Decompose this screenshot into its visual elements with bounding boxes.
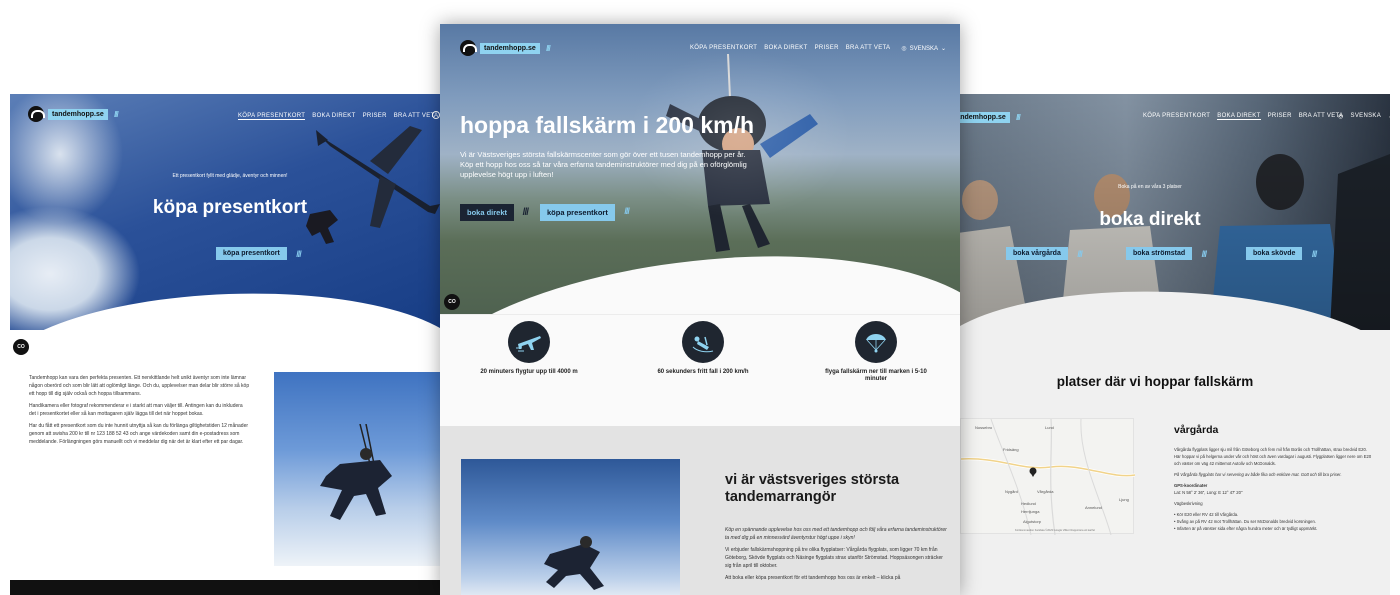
paragraph: Har du fått ett presentkort som du inte … [29, 423, 249, 445]
chevron-down-icon: ⌄ [940, 46, 946, 52]
direction-item: • Infarten är på vänster sida efter någr… [1174, 526, 1318, 531]
nav-priser[interactable]: PRISER [815, 45, 839, 51]
logo-text: tandemhopp.se [480, 42, 549, 54]
directions-heading: Vägbeskrivning [1174, 501, 1203, 506]
globe-icon: ◎ [1338, 114, 1344, 120]
venue-description: Vårgårda flygplats ligger sju mil från G… [1174, 446, 1374, 532]
tandem-skydivers-image [544, 536, 604, 590]
tandem-skydivers-image [320, 424, 392, 520]
boka-direkt-page-screenshot: tandemhopp.se KÖPA PRESENTKORT BOKA DIRE… [950, 94, 1390, 595]
globe-icon[interactable] [432, 111, 440, 119]
paragraph: Köp en spännande upplevelse hos oss med … [725, 527, 947, 541]
boka-vargarda-button[interactable]: boka vårgårda [1006, 247, 1082, 260]
footer-strip [10, 580, 450, 595]
freefall-icon [682, 321, 724, 363]
globe-icon: ◎ [901, 46, 907, 52]
direction-text: Svång av på RV 42 mot Trollhättan. Du se… [1176, 519, 1316, 524]
language-selector[interactable]: ◎ SVENSKA ⌄ [1338, 113, 1390, 120]
hero-title: köpa presentkort [152, 197, 308, 218]
logo-text: tandemhopp.se [48, 108, 117, 120]
parachute-icon [855, 321, 897, 363]
venue-title: vårgårda [1174, 424, 1219, 436]
direction-text: Infarten är på vänster sida efter några … [1176, 526, 1318, 531]
mockup-stage: tandemhopp.se KÖPA PRESENTKORT BOKA DIRE… [0, 0, 1400, 595]
hero-subtitle: Boka på en av våra 3 platser [1118, 184, 1182, 190]
main-nav: KÖPA PRESENTKORT BOKA DIREKT PRISER BRA … [690, 45, 890, 51]
map-label: Vårgårda [1037, 489, 1054, 494]
map-label: Hedlund [1021, 501, 1036, 506]
nav-priser[interactable]: PRISER [363, 113, 387, 120]
paragraph: På Vårgårda flygplats har vi servering a… [1174, 472, 1342, 477]
language-label: SVENSKA [1350, 113, 1381, 119]
kopa-presentkort-button[interactable]: köpa presentkort [540, 204, 629, 221]
gps-heading: GPS-koordinater [1174, 483, 1208, 488]
hero-subtitle: Vi är Västsveriges största fallskärmscen… [460, 150, 747, 179]
map-label: Herrljunga [1021, 509, 1040, 514]
direction-item: • Svång av på RV 42 mot Trollhättan. Du … [1174, 519, 1316, 524]
map-label: Annelund [1085, 505, 1102, 510]
main-nav: KÖPA PRESENTKORT BOKA DIREKT PRISER BRA … [1143, 113, 1343, 120]
nav-kopa-presentkort[interactable]: KÖPA PRESENTKORT [690, 45, 757, 51]
feature-label: 20 minuters flygtur upp till 4000 m [480, 369, 578, 375]
feature-canopy: flyga fallskärm ner till marken i 5-10 m… [816, 321, 936, 383]
paragraph: Handikamera eller fotograf rekommenderar… [29, 403, 243, 417]
chevron-down-icon: ⌄ [1388, 113, 1390, 120]
location-map[interactable]: Nossebro Lund Fridsäng Vårgårda Nygård H… [960, 418, 1136, 536]
paragraph: Vårgårda flygplats ligger sju mil från G… [1174, 447, 1372, 466]
cookie-consent-button[interactable]: CO [444, 294, 460, 310]
logo[interactable]: tandemhopp.se [28, 106, 117, 122]
nav-priser[interactable]: PRISER [1268, 113, 1292, 120]
paragraph: Att boka eller köpa presentkort för ett … [725, 575, 901, 581]
map-label: Ljung [1119, 497, 1129, 502]
feature-label: 60 sekunders fritt fall i 200 km/h [657, 369, 749, 375]
feature-label: flyga fallskärm ner till marken i 5-10 m… [825, 369, 927, 382]
boka-skovde-button[interactable]: boka skövde [1246, 247, 1317, 260]
nav-bra-att-veta[interactable]: BRA ATT VETA [1299, 113, 1344, 120]
nav-boka-direkt[interactable]: BOKA DIREKT [764, 45, 807, 51]
direction-text: Kör E20 eller RV 42 till Vårgårda. [1176, 512, 1239, 517]
cookie-consent-button[interactable]: CO [13, 339, 29, 355]
map-label: Algutstorp [1023, 519, 1042, 524]
hero-subtitle: Ett presentkort fyllt med glädje, äventy… [172, 173, 288, 179]
language-label: SVENSKA [909, 45, 938, 52]
presentkort-page-screenshot: tandemhopp.se KÖPA PRESENTKORT BOKA DIRE… [10, 94, 450, 595]
section-title: platser där vi hoppar fallskärm [1056, 374, 1254, 389]
direction-item: • Kör E20 eller RV 42 till Vårgårda. [1174, 512, 1239, 517]
airplane-icon [508, 321, 550, 363]
about-text: Köp en spännande upplevelse hos oss med … [725, 526, 947, 586]
map-label: Fridsäng [1003, 447, 1019, 452]
feature-flight: 20 minuters flygtur upp till 4000 m [469, 321, 589, 376]
language-selector[interactable]: ◎ SVENSKA ⌄ [901, 45, 946, 53]
main-nav: KÖPA PRESENTKORT BOKA DIREKT PRISER BRA … [238, 113, 438, 120]
map-roads [960, 418, 1136, 536]
map-label: Nygård [1005, 489, 1018, 494]
kopa-presentkort-button[interactable]: köpa presentkort [216, 247, 301, 260]
nav-bra-att-veta[interactable]: BRA ATT VETA [846, 45, 891, 51]
section-title: vi är västsveriges största tandemarrangö… [725, 472, 900, 505]
map-attribution: Kortkommandon Kartdata ©2023 Google Vill… [1015, 529, 1095, 532]
homepage-screenshot: tandemhopp.se KÖPA PRESENTKORT BOKA DIRE… [440, 24, 960, 595]
logo[interactable]: tandemhopp.se [460, 40, 549, 56]
hero-title: boka direkt [1099, 209, 1201, 230]
map-label: Nossebro [975, 425, 993, 430]
nav-boka-direkt[interactable]: BOKA DIREKT [312, 113, 355, 120]
feature-freefall: 60 sekunders fritt fall i 200 km/h [643, 321, 763, 376]
gps-coordinates: Lat: N 58° 2' 36", Long: E 12° 47' 20" [1174, 490, 1243, 495]
logo-mark-icon [460, 40, 477, 56]
nav-kopa-presentkort[interactable]: KÖPA PRESENTKORT [1143, 113, 1210, 120]
logo-mark-icon [28, 106, 45, 122]
presentkort-text: Tandemhopp kan vara den perfekta present… [29, 374, 251, 450]
map-label: Lund [1045, 425, 1054, 430]
paragraph: Vi erbjuder fallskärmshoppning på tre ol… [725, 547, 943, 569]
nav-boka-direkt[interactable]: BOKA DIREKT [1217, 113, 1261, 120]
boka-stromstad-button[interactable]: boka strömstad [1126, 247, 1206, 260]
features-row: 20 minuters flygtur upp till 4000 m 60 s… [440, 314, 960, 426]
boka-direkt-button[interactable]: boka direkt [460, 204, 528, 221]
paragraph: Tandemhopp kan vara den perfekta present… [29, 375, 250, 397]
hero-title: hoppa fallskärm i 200 km/h [460, 112, 755, 138]
nav-kopa-presentkort[interactable]: KÖPA PRESENTKORT [238, 113, 306, 120]
